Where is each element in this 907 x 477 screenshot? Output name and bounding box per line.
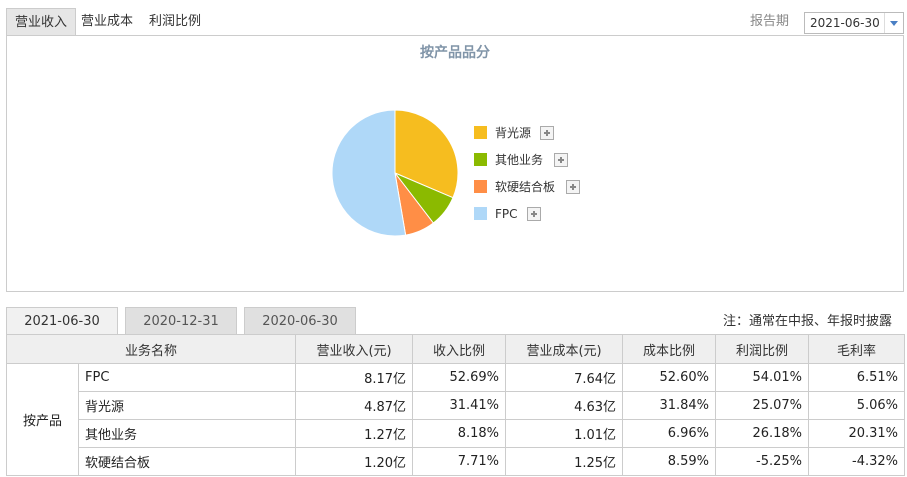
report-period-value: 2021-06-30 bbox=[810, 16, 880, 30]
col-header-profit-ratio: 利润比例 bbox=[715, 334, 810, 364]
col-header-revenue-ratio: 收入比例 bbox=[412, 334, 507, 364]
report-period-select[interactable]: 2021-06-30 bbox=[804, 12, 904, 34]
gross-margin-cell: 20.31% bbox=[808, 419, 906, 448]
legend-label: FPC bbox=[495, 207, 518, 221]
profit-ratio-cell: 25.07% bbox=[715, 391, 810, 420]
report-period-label: 报告期 bbox=[749, 14, 789, 29]
revenue-cell: 1.20亿 bbox=[295, 447, 414, 476]
chart-title: 按产品品分 bbox=[420, 45, 490, 61]
cost-cell: 1.01亿 bbox=[505, 419, 624, 448]
tab-revenue[interactable]: 营业收入 bbox=[6, 8, 76, 36]
col-header-cost: 营业成本(元) bbox=[505, 334, 624, 364]
cost-cell: 1.25亿 bbox=[505, 447, 624, 476]
cost-cell: 4.63亿 bbox=[505, 391, 624, 420]
legend-swatch bbox=[474, 126, 487, 139]
revenue-ratio-cell: 8.18% bbox=[412, 419, 507, 448]
date-tab-2020-06-30[interactable]: 2020-06-30 bbox=[244, 307, 356, 334]
chevron-down-icon[interactable] bbox=[884, 13, 903, 33]
gross-margin-cell: 5.06% bbox=[808, 391, 906, 420]
disclosure-note: 注：通常在中报、年报时披露 bbox=[722, 314, 892, 329]
revenue-ratio-cell: 7.71% bbox=[412, 447, 507, 476]
top-tab-bar: 营业收入 营业成本 利润比例 报告期 2021-06-30 bbox=[6, 8, 904, 36]
legend-label: 背光源 bbox=[495, 126, 532, 140]
table-row: 按产品 FPC 8.17亿 52.69% 7.64亿 52.60% 54.01%… bbox=[6, 363, 906, 476]
tab-profit-ratio[interactable]: 利润比例 bbox=[144, 8, 206, 35]
profit-ratio-cell: -5.25% bbox=[715, 447, 810, 476]
gross-margin-cell: 6.51% bbox=[808, 363, 906, 392]
col-header-business-name: 业务名称 bbox=[5, 334, 297, 364]
revenue-ratio-cell: 31.41% bbox=[412, 391, 507, 420]
profit-ratio-cell: 54.01% bbox=[715, 363, 810, 392]
table-header-row: 业务名称 营业收入(元) 收入比例 营业成本(元) 成本比例 利润比例 毛利率 bbox=[5, 334, 906, 364]
expand-plus-icon[interactable] bbox=[566, 180, 580, 194]
date-tab-2020-12-31[interactable]: 2020-12-31 bbox=[125, 307, 237, 334]
expand-plus-icon[interactable] bbox=[527, 207, 541, 221]
date-tab-2021-06-30[interactable]: 2021-06-30 bbox=[6, 307, 118, 335]
col-header-gross-margin: 毛利率 bbox=[808, 334, 906, 364]
col-header-cost-ratio: 成本比例 bbox=[622, 334, 717, 364]
business-name-cell: FPC bbox=[77, 363, 297, 392]
pie-chart bbox=[331, 109, 459, 237]
legend-swatch bbox=[474, 153, 487, 166]
cost-cell: 7.64亿 bbox=[505, 363, 624, 392]
cost-ratio-cell: 31.84% bbox=[622, 391, 717, 420]
revenue-cell: 8.17亿 bbox=[295, 363, 414, 392]
business-name-cell: 其他业务 bbox=[77, 419, 297, 448]
table-row: 背光源 4.87亿 31.41% 4.63亿 31.84% 25.07% 5.0… bbox=[7, 391, 906, 420]
legend-label: 软硬结合板 bbox=[495, 180, 556, 194]
legend-swatch bbox=[474, 180, 487, 193]
table-row: 软硬结合板 1.20亿 7.71% 1.25亿 8.59% -5.25% -4.… bbox=[7, 447, 906, 476]
business-name-cell: 软硬结合板 bbox=[77, 447, 297, 476]
expand-plus-icon[interactable] bbox=[554, 153, 568, 167]
chart-panel: 按产品品分 背光源 其他业务 软硬结合板 FPC bbox=[6, 35, 904, 292]
expand-plus-icon[interactable] bbox=[540, 126, 554, 140]
col-header-revenue: 营业收入(元) bbox=[295, 334, 414, 364]
business-name-cell: 背光源 bbox=[77, 391, 297, 420]
group-label: 按产品 bbox=[6, 363, 79, 476]
revenue-ratio-cell: 52.69% bbox=[412, 363, 507, 392]
legend-label: 其他业务 bbox=[495, 153, 544, 167]
profit-ratio-cell: 26.18% bbox=[715, 419, 810, 448]
legend-swatch bbox=[474, 207, 487, 220]
gross-margin-cell: -4.32% bbox=[808, 447, 906, 476]
pie-slice-FPC[interactable] bbox=[331, 109, 407, 237]
revenue-cell: 4.87亿 bbox=[295, 391, 414, 420]
tab-cost[interactable]: 营业成本 bbox=[76, 8, 138, 35]
cost-ratio-cell: 52.60% bbox=[622, 363, 717, 392]
cost-ratio-cell: 6.96% bbox=[622, 419, 717, 448]
revenue-cell: 1.27亿 bbox=[295, 419, 414, 448]
table-row: 其他业务 1.27亿 8.18% 1.01亿 6.96% 26.18% 20.3… bbox=[7, 419, 906, 448]
business-table: 业务名称 营业收入(元) 收入比例 营业成本(元) 成本比例 利润比例 毛利率 … bbox=[5, 334, 906, 476]
cost-ratio-cell: 8.59% bbox=[622, 447, 717, 476]
